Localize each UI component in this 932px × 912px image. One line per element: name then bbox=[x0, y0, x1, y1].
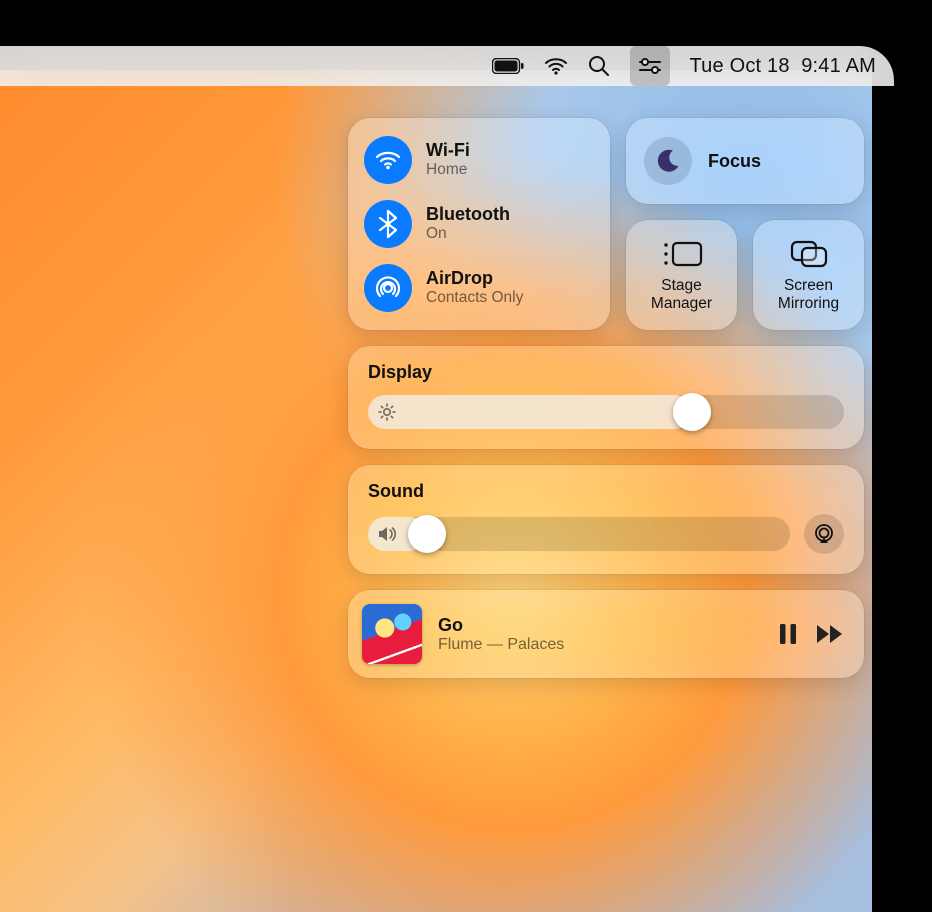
label: Focus bbox=[708, 151, 761, 172]
menubar: Tue Oct 18 9:41 AM bbox=[0, 46, 894, 86]
volume-icon bbox=[378, 525, 398, 543]
pause-button[interactable] bbox=[778, 623, 798, 645]
menubar-date[interactable]: Tue Oct 18 9:41 AM bbox=[690, 55, 877, 78]
track-info: Go Flume — Palaces bbox=[438, 615, 762, 654]
wifi-icon bbox=[364, 136, 412, 184]
status: Contacts Only bbox=[426, 289, 523, 307]
album-art bbox=[362, 604, 422, 664]
airdrop-icon bbox=[364, 264, 412, 312]
airplay-audio-button[interactable] bbox=[804, 514, 844, 554]
spotlight-search-icon[interactable] bbox=[588, 46, 610, 86]
status: Home bbox=[426, 161, 470, 179]
date-text: Tue Oct 18 bbox=[690, 55, 790, 77]
now-playing-card[interactable]: Go Flume — Palaces bbox=[348, 590, 864, 678]
brightness-slider[interactable] bbox=[368, 395, 844, 429]
label: Display bbox=[368, 362, 844, 383]
wifi-toggle[interactable]: Wi-Fi Home bbox=[362, 132, 596, 188]
battery-icon[interactable] bbox=[492, 46, 524, 86]
track-subtitle: Flume — Palaces bbox=[438, 636, 762, 654]
stage-manager-button[interactable]: Stage Manager bbox=[626, 220, 737, 330]
connectivity-card: Wi-Fi Home Bluetooth On bbox=[348, 118, 610, 330]
bluetooth-icon bbox=[364, 200, 412, 248]
control-center-panel: Wi-Fi Home Bluetooth On bbox=[332, 102, 880, 694]
track-title: Go bbox=[438, 615, 762, 636]
focus-toggle[interactable]: Focus bbox=[626, 118, 864, 204]
volume-slider[interactable] bbox=[368, 517, 790, 551]
stage-manager-icon bbox=[661, 237, 703, 271]
display-card: Display bbox=[348, 346, 864, 449]
label: Sound bbox=[368, 481, 844, 502]
sound-card: Sound bbox=[348, 465, 864, 574]
wifi-menubar-icon[interactable] bbox=[544, 46, 568, 86]
label: Stage Manager bbox=[651, 277, 712, 313]
brightness-icon bbox=[378, 403, 396, 421]
label: Bluetooth bbox=[426, 205, 510, 225]
label: Screen Mirroring bbox=[778, 277, 839, 313]
screen-mirroring-icon bbox=[789, 237, 829, 271]
airdrop-toggle[interactable]: AirDrop Contacts Only bbox=[362, 260, 596, 316]
screen-mirroring-button[interactable]: Screen Mirroring bbox=[753, 220, 864, 330]
label: AirDrop bbox=[426, 269, 523, 289]
label: Wi-Fi bbox=[426, 141, 470, 161]
control-center-toggle[interactable] bbox=[630, 46, 670, 86]
status: On bbox=[426, 225, 510, 243]
time-text: 9:41 AM bbox=[801, 55, 876, 77]
bluetooth-toggle[interactable]: Bluetooth On bbox=[362, 196, 596, 252]
next-track-button[interactable] bbox=[816, 624, 846, 644]
moon-icon bbox=[644, 137, 692, 185]
